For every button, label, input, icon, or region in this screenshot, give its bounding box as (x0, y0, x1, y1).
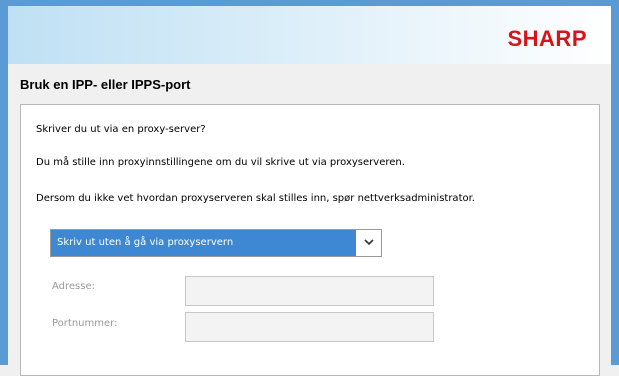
address-label: Adresse: (52, 281, 95, 292)
address-field (185, 276, 434, 306)
page-title: Bruk en IPP- eller IPPS-port (20, 77, 191, 92)
header-banner: SHARP (8, 6, 611, 64)
proxy-question: Skriver du ut via en proxy-server? (36, 124, 206, 135)
sharp-logo: SHARP (507, 26, 587, 51)
port-number-label: Portnummer: (52, 318, 118, 329)
installer-window: SHARP Bruk en IPP- eller IPPS-port Skriv… (0, 0, 619, 376)
window-frame-left (0, 0, 8, 365)
proxy-help-text: Dersom du ikke vet hvordan proxyserveren… (36, 193, 475, 204)
chevron-down-icon[interactable] (363, 236, 375, 248)
proxy-instruction: Du må stille inn proxyinnstillingene om … (36, 157, 405, 168)
proxy-mode-selected-value[interactable]: Skriv ut uten å gå via proxyservern (51, 230, 356, 256)
window-frame-right (611, 0, 619, 365)
port-number-field (185, 312, 434, 342)
proxy-mode-dropdown[interactable]: Skriv ut uten å gå via proxyservern (50, 229, 382, 257)
